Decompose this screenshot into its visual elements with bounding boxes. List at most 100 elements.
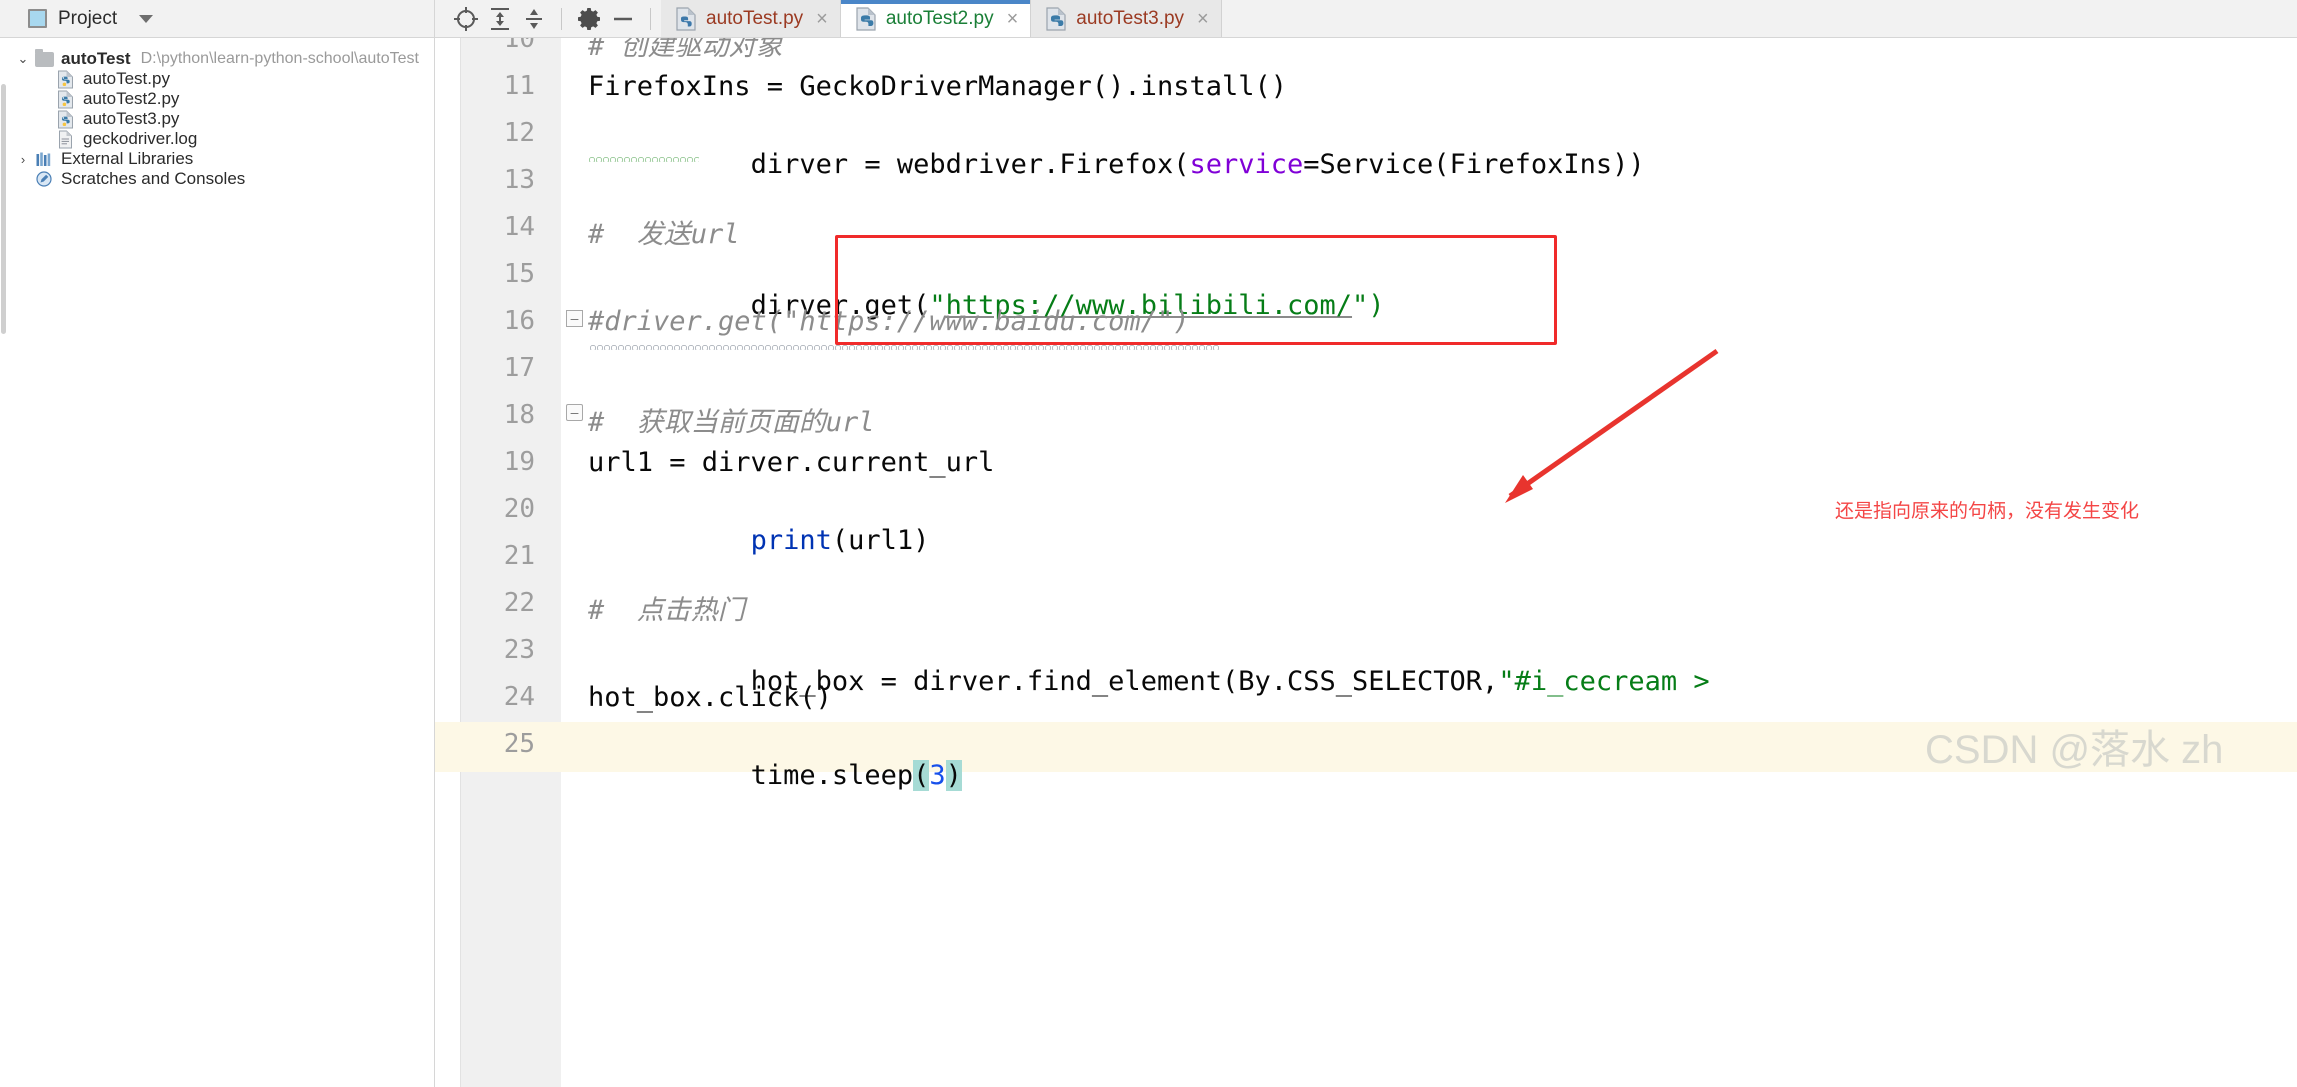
fold-marker-line16[interactable]: – — [566, 310, 583, 327]
tree-item-label: Scratches and Consoles — [61, 169, 246, 188]
tree-item-scratches-and-consoles[interactable]: Scratches and Consoles — [0, 169, 434, 189]
line-number: 20 — [503, 494, 535, 524]
line-number: 14 — [503, 212, 535, 242]
line-number: 13 — [503, 165, 535, 195]
tree-scrollbar[interactable] — [0, 38, 7, 1087]
toolbar-divider-2 — [650, 7, 651, 30]
line-number: 23 — [503, 635, 535, 665]
close-icon[interactable]: × — [1007, 9, 1019, 29]
editor-tab-label: autoTest3.py — [1076, 7, 1185, 29]
fold-marker-line18[interactable]: – — [566, 404, 583, 421]
folder-icon — [34, 48, 54, 68]
project-tool-window-header[interactable]: Project — [0, 0, 435, 37]
python-file-icon — [675, 6, 697, 31]
code-token-number: 3 — [929, 760, 946, 791]
line-number: 16 — [503, 306, 535, 336]
code-token: (url1) — [831, 525, 930, 556]
line-number: 24 — [503, 682, 535, 712]
line-number: 10 — [503, 38, 535, 54]
pycharm-window: Project autoTest.py × autoTest2.py × aut… — [0, 0, 2297, 1087]
chevron-down-icon[interactable]: ⌄ — [12, 51, 34, 67]
python-file-icon — [56, 70, 76, 88]
close-icon[interactable]: × — [1197, 9, 1209, 29]
line-number: 11 — [503, 71, 535, 101]
code-line-10: # 创建驱动对象 — [588, 38, 783, 62]
code-token: =Service(FirefoxIns)) — [1303, 149, 1645, 180]
tree-item-label: geckodriver.log — [83, 129, 198, 148]
editor-tab-autoTest[interactable]: autoTest.py × — [661, 0, 841, 37]
tree-item-autoTest2-py[interactable]: autoTest2.py — [0, 89, 434, 109]
line-number: 19 — [503, 447, 535, 477]
tree-item-external-libraries[interactable]: › External Libraries — [0, 149, 434, 169]
tree-item-label: External Libraries — [61, 149, 194, 168]
code-token: ") — [1352, 290, 1385, 321]
spellcheck-squiggle-dirver12 — [589, 156, 699, 162]
line-number: 18 — [503, 400, 535, 430]
gear-icon[interactable] — [572, 2, 606, 36]
code-token-builtin: print — [750, 525, 832, 556]
tree-item-autoTest-py[interactable]: autoTest.py — [0, 69, 434, 89]
code-line-12: dirver = webdriver.Firefox(service=Servi… — [588, 118, 1645, 211]
tree-item-label: autoTest2.py — [83, 89, 180, 108]
chevron-down-icon[interactable] — [139, 14, 154, 23]
project-tree: ⌄ autoTest D:\python\learn-python-school… — [0, 38, 435, 1087]
collapse-all-icon[interactable] — [517, 2, 551, 36]
code-folding-strip[interactable] — [562, 38, 588, 1087]
editor-tab-bar: autoTest.py × autoTest2.py × autoTest3.p… — [661, 0, 1222, 37]
code-editor[interactable]: 10 11 12 13 14 15 16 17 18 19 20 21 22 2… — [435, 38, 2297, 1087]
python-file-icon — [1045, 6, 1067, 31]
code-line-11: FirefoxIns = GeckoDriverManager().instal… — [588, 71, 1287, 102]
code-content[interactable]: # 创建驱动对象 FirefoxIns = GeckoDriverManager… — [588, 38, 2297, 1087]
tree-item-label: autoTest — [61, 49, 131, 68]
code-token-paren-open: ( — [913, 760, 930, 791]
code-line-20: print(url1) — [588, 494, 930, 587]
tree-item-label: autoTest.py — [83, 69, 170, 88]
locate-file-icon[interactable] — [449, 2, 483, 36]
code-line-24: hot_box.click() — [588, 682, 832, 713]
annotation-arrow — [1505, 348, 1719, 503]
line-number: 25 — [503, 729, 535, 759]
code-token-string: "#i_cecream > — [1498, 666, 1710, 697]
python-file-icon — [56, 110, 76, 128]
code-line-16: #driver.get("https://www.baidu.com/") — [588, 306, 1190, 337]
tree-item-autoTest3-py[interactable]: autoTest3.py — [0, 109, 434, 129]
line-number: 15 — [503, 259, 535, 289]
line-number: 12 — [503, 118, 535, 148]
editor-tab-autoTest2[interactable]: autoTest2.py × — [840, 0, 1032, 37]
top-bar: Project autoTest.py × autoTest2.py × aut… — [0, 0, 2297, 38]
main-body: ⌄ autoTest D:\python\learn-python-school… — [0, 38, 2297, 1087]
code-token: hot_box = dirver.find_element(By.CSS_SEL… — [750, 666, 1499, 697]
editor-tab-autoTest3[interactable]: autoTest3.py × — [1031, 0, 1222, 37]
code-token: dirver = webdriver.Firefox( — [750, 149, 1190, 180]
line-number: 22 — [503, 588, 535, 618]
project-view-icon — [28, 9, 47, 28]
chevron-right-icon[interactable]: › — [12, 152, 34, 167]
code-line-19: url1 = dirver.current_url — [588, 447, 995, 478]
tree-item-geckodriver-log[interactable]: geckodriver.log — [0, 129, 434, 149]
editor-left-strip — [435, 38, 461, 1087]
code-line-25: time.sleep(3) — [588, 729, 962, 822]
editor-tab-label: autoTest.py — [706, 7, 804, 29]
hide-tool-window-icon[interactable] — [606, 2, 640, 36]
tree-item-label: autoTest3.py — [83, 109, 180, 128]
toolbar-divider — [561, 7, 562, 30]
line-number: 17 — [503, 353, 535, 383]
expand-all-icon[interactable] — [483, 2, 517, 36]
tree-item-path: D:\python\learn-python-school\autoTest — [140, 50, 419, 67]
scratches-icon — [34, 170, 54, 188]
library-icon — [34, 150, 54, 168]
code-line-14: # 发送url — [588, 219, 740, 250]
code-line-18: # 获取当前页面的url — [588, 407, 875, 438]
annotation-text: 还是指向原来的句柄，没有发生变化 — [1835, 501, 2140, 522]
close-icon[interactable]: × — [816, 9, 828, 29]
comment-squiggle-line16 — [590, 344, 1220, 350]
tree-item-autoTest[interactable]: ⌄ autoTest D:\python\learn-python-school… — [0, 48, 434, 69]
project-tool-window-title: Project — [58, 7, 118, 29]
log-file-icon — [56, 130, 76, 148]
csdn-watermark: CSDN @落水 zh — [1925, 728, 2224, 772]
code-line-22: # 点击热门 — [588, 595, 745, 626]
code-token-paren-close: ) — [945, 760, 962, 791]
python-file-icon — [56, 90, 76, 108]
code-token: time.sleep — [750, 760, 914, 791]
code-token-param: service — [1189, 149, 1304, 180]
